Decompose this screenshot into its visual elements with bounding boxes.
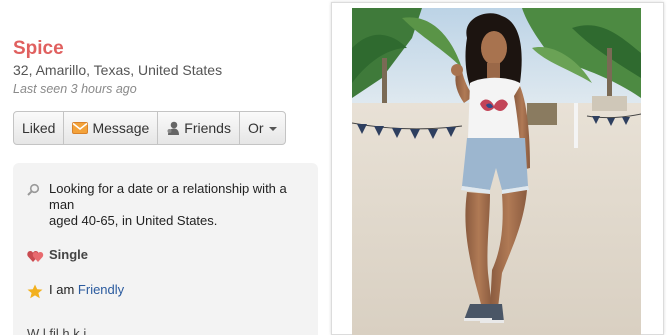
action-buttons: Liked Message Friends Or — [13, 111, 286, 145]
looking-line-1: Looking for a date or a relationship wit… — [49, 181, 287, 212]
message-label: Message — [92, 120, 150, 136]
truncated-text: W l fil h k i — [27, 326, 87, 335]
hearts-icon — [27, 247, 49, 263]
envelope-icon — [72, 122, 89, 134]
profile-location: 32, Amarillo, Texas, United States — [13, 62, 223, 78]
status-value: Single — [49, 247, 89, 262]
friends-button[interactable]: Friends — [158, 112, 240, 144]
liked-button[interactable]: Liked — [14, 112, 65, 144]
looking-for: Looking for a date or a relationship wit… — [27, 181, 307, 229]
search-icon — [27, 181, 49, 196]
personality-link[interactable]: Friendly — [78, 282, 124, 297]
relationship-status: Single — [27, 247, 88, 263]
message-button[interactable]: Message — [64, 112, 159, 144]
or-label: Or — [247, 120, 264, 136]
profile-name: Spice — [13, 38, 64, 59]
person-icon — [166, 121, 180, 136]
last-seen: Last seen 3 hours ago — [13, 82, 137, 96]
or-dropdown-button[interactable]: Or — [240, 112, 285, 144]
chevron-down-icon — [268, 127, 277, 131]
liked-label: Liked — [22, 120, 56, 136]
star-icon — [27, 282, 49, 299]
profile-info: Spice 32, Amarillo, Texas, United States… — [0, 0, 325, 335]
looking-line-2: aged 40-65, in United States. — [49, 213, 218, 228]
profile-photo[interactable] — [352, 8, 641, 335]
i-am-prefix: I am — [49, 282, 75, 297]
details-panel: Looking for a date or a relationship wit… — [13, 163, 318, 335]
personality: I am Friendly — [27, 282, 124, 299]
friends-label: Friends — [184, 120, 231, 136]
